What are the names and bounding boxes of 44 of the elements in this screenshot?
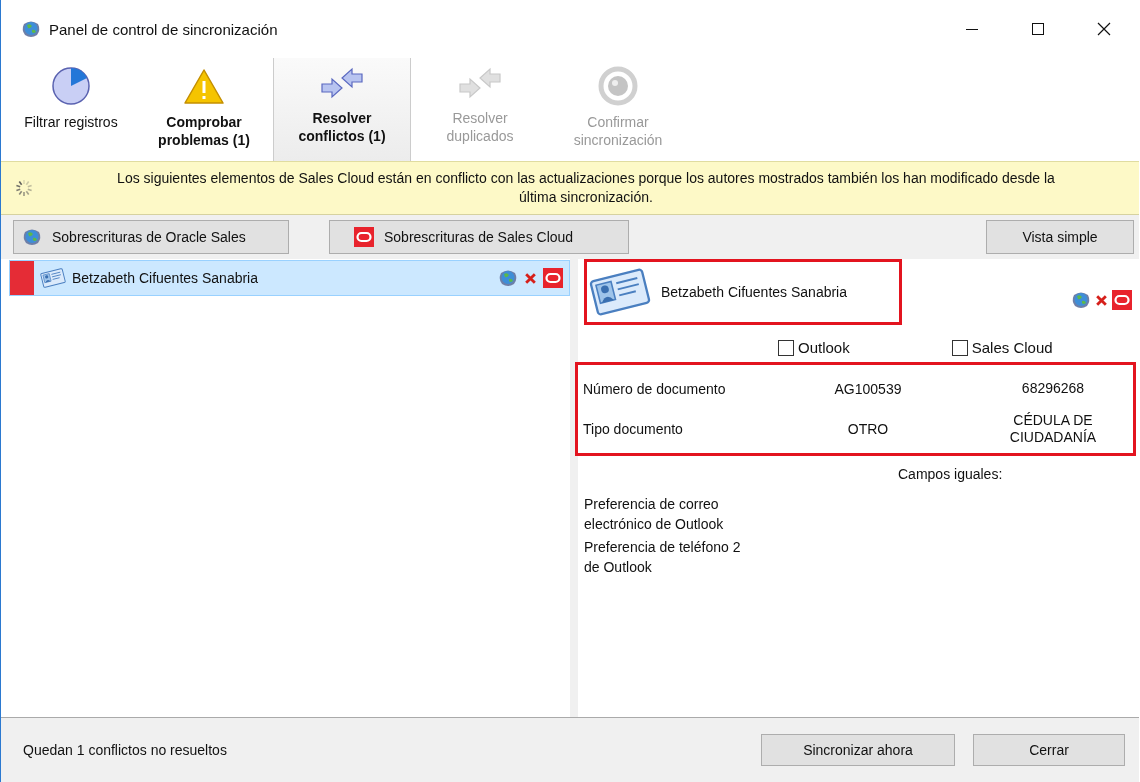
oracle-icon: [354, 227, 374, 247]
globe-icon: [498, 268, 518, 288]
sales-cloud-value: 68296268: [1020, 380, 1086, 398]
toolbar-button[interactable]: Comprobar problemas (1): [135, 58, 273, 161]
field-label: Número de documento: [582, 381, 727, 397]
window-title: Panel de control de sincronización: [49, 20, 278, 38]
equal-field-label: Preferencia de correo electrónico de Outlook: [583, 495, 725, 535]
status-text: Quedan 1 conflictos no resueltos: [23, 742, 227, 758]
warning-icon: [182, 66, 226, 106]
toolbar-button[interactable]: Filtrar registros: [7, 58, 135, 161]
maximize-icon[interactable]: [1031, 22, 1045, 36]
simple-view-button[interactable]: Vista simple: [986, 220, 1134, 254]
oracle-icon: [1112, 290, 1132, 310]
outlook-value: AG100539: [833, 381, 903, 397]
equal-fields-heading: Campos iguales:: [897, 465, 1004, 482]
toolbar-button[interactable]: Resolver conflictos (1): [273, 58, 411, 161]
footer-button[interactable]: Cerrar: [973, 734, 1125, 766]
override-button[interactable]: Sobrescrituras de Sales Cloud: [329, 220, 629, 254]
outlook-value: OTRO: [846, 421, 890, 437]
checkbox[interactable]: [778, 339, 794, 356]
conflict-list-item[interactable]: Betzabeth Cifuentes Sanabria: [9, 260, 570, 296]
field-label: Tipo documento: [582, 421, 684, 437]
source-checkbox[interactable]: Sales Cloud: [951, 339, 1053, 356]
app-icon: [21, 19, 41, 39]
banner-message: Los siguientes elementos de Sales Cloud están en conflicto con las actualizaciones porque los autores mostrados también los han modificado desde la última sincronización.: [116, 169, 1056, 207]
delete-icon: [1095, 293, 1108, 307]
checkbox[interactable]: [951, 339, 968, 356]
footer-button[interactable]: Sincronizar ahora: [761, 734, 955, 766]
globe-icon: [22, 227, 42, 247]
loading-icon: [13, 177, 35, 199]
delete-icon: [524, 271, 537, 285]
conflict-marker: [10, 261, 34, 295]
pie-chart-icon: [51, 66, 91, 106]
sales-cloud-value: CÉDULA DE CIUDADANÍA: [1008, 411, 1098, 447]
close-icon[interactable]: [1097, 22, 1111, 36]
sync-icon: [598, 66, 638, 106]
override-button[interactable]: Sobrescrituras de Oracle Sales: [13, 220, 289, 254]
splitter[interactable]: [570, 259, 578, 717]
contact-name: Betzabeth Cifuentes Sanabria: [661, 284, 847, 300]
contact-name: Betzabeth Cifuentes Sanabria: [72, 270, 259, 286]
oracle-icon: [543, 268, 563, 288]
equal-field-label: Preferencia de teléfono 2 de Outlook: [583, 537, 742, 577]
source-checkbox[interactable]: Outlook: [778, 339, 850, 356]
globe-icon: [1071, 290, 1091, 310]
